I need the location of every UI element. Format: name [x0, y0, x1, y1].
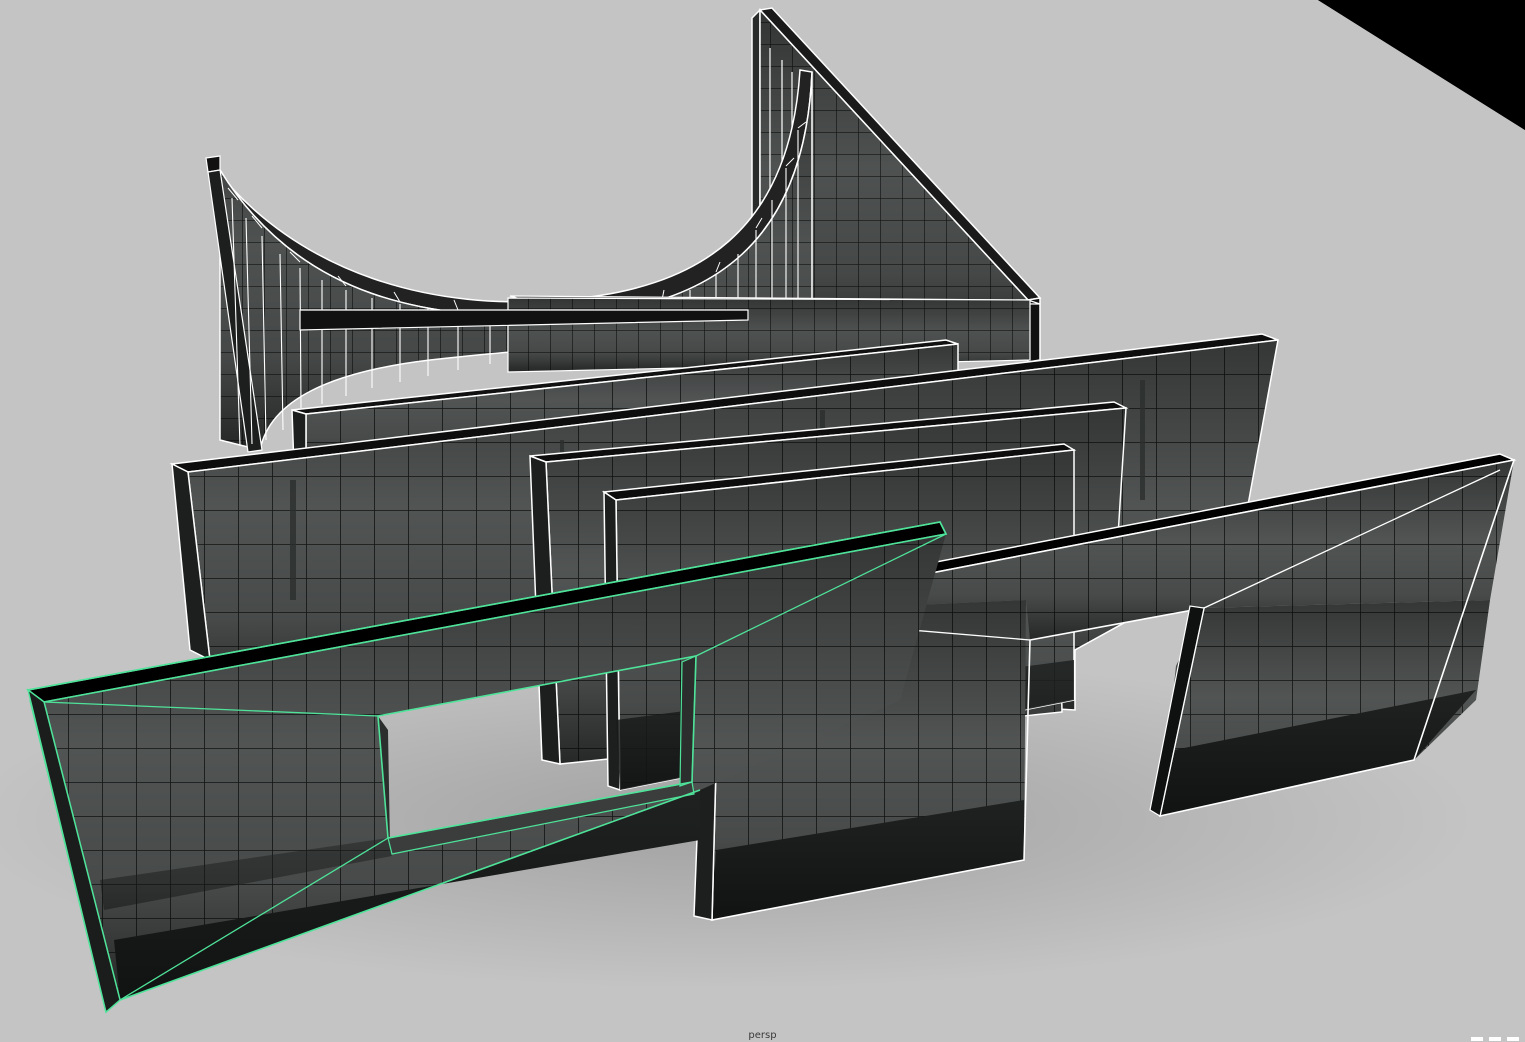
- maya-perspective-viewport[interactable]: persp: [0, 0, 1525, 1042]
- camera-name-label: persp: [748, 1030, 777, 1041]
- indicator-swatch: [1489, 1037, 1501, 1041]
- indicator-swatch: [1471, 1037, 1483, 1041]
- indicator-swatch: [1507, 1037, 1519, 1041]
- viewport-indicator-swatches: [1471, 1037, 1519, 1041]
- scene-canvas[interactable]: [0, 0, 1525, 1042]
